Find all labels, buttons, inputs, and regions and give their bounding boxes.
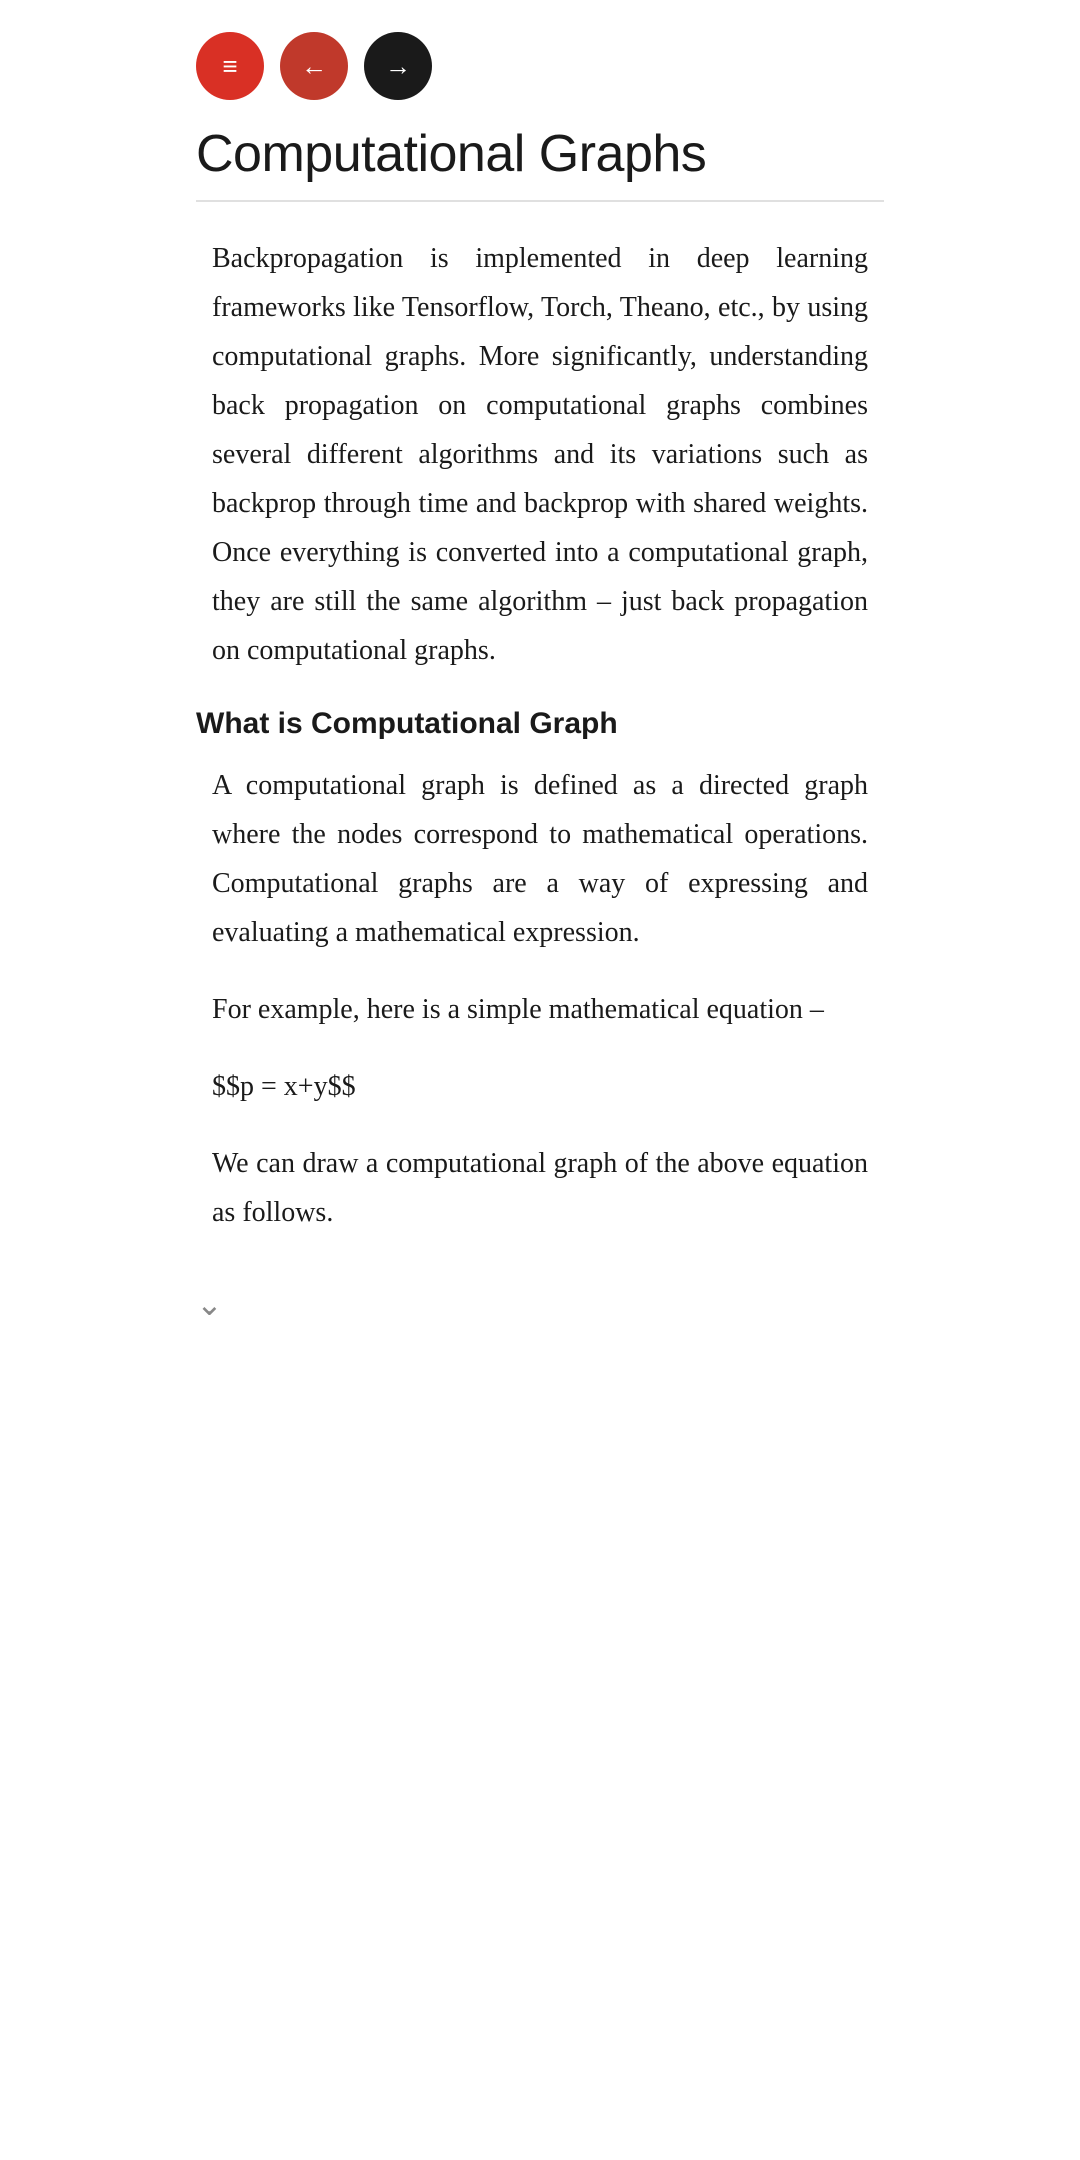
bottom-chevron-area: ⌄ (160, 1265, 920, 1323)
content-area: Backpropagation is implemented in deep l… (160, 234, 920, 1237)
page-title: Computational Graphs (160, 124, 920, 200)
back-button[interactable]: ← (280, 32, 348, 100)
section-paragraph-1: A computational graph is defined as a di… (196, 761, 884, 957)
back-icon: ← (301, 51, 327, 82)
divider (196, 200, 884, 202)
math-expression: $$p = x+y$$ (196, 1062, 884, 1111)
section-paragraph-2: For example, here is a simple mathematic… (196, 985, 884, 1034)
chevron-down-icon: ⌄ (196, 1285, 223, 1323)
forward-button[interactable]: → (364, 32, 432, 100)
main-paragraph: Backpropagation is implemented in deep l… (196, 234, 884, 675)
menu-icon: ≡ (222, 51, 237, 82)
top-bar: ≡ ← → (160, 0, 920, 124)
forward-icon: → (385, 51, 411, 82)
section-paragraph-3: We can draw a computational graph of the… (196, 1139, 884, 1237)
menu-button[interactable]: ≡ (196, 32, 264, 100)
section-heading: What is Computational Graph (196, 707, 884, 741)
